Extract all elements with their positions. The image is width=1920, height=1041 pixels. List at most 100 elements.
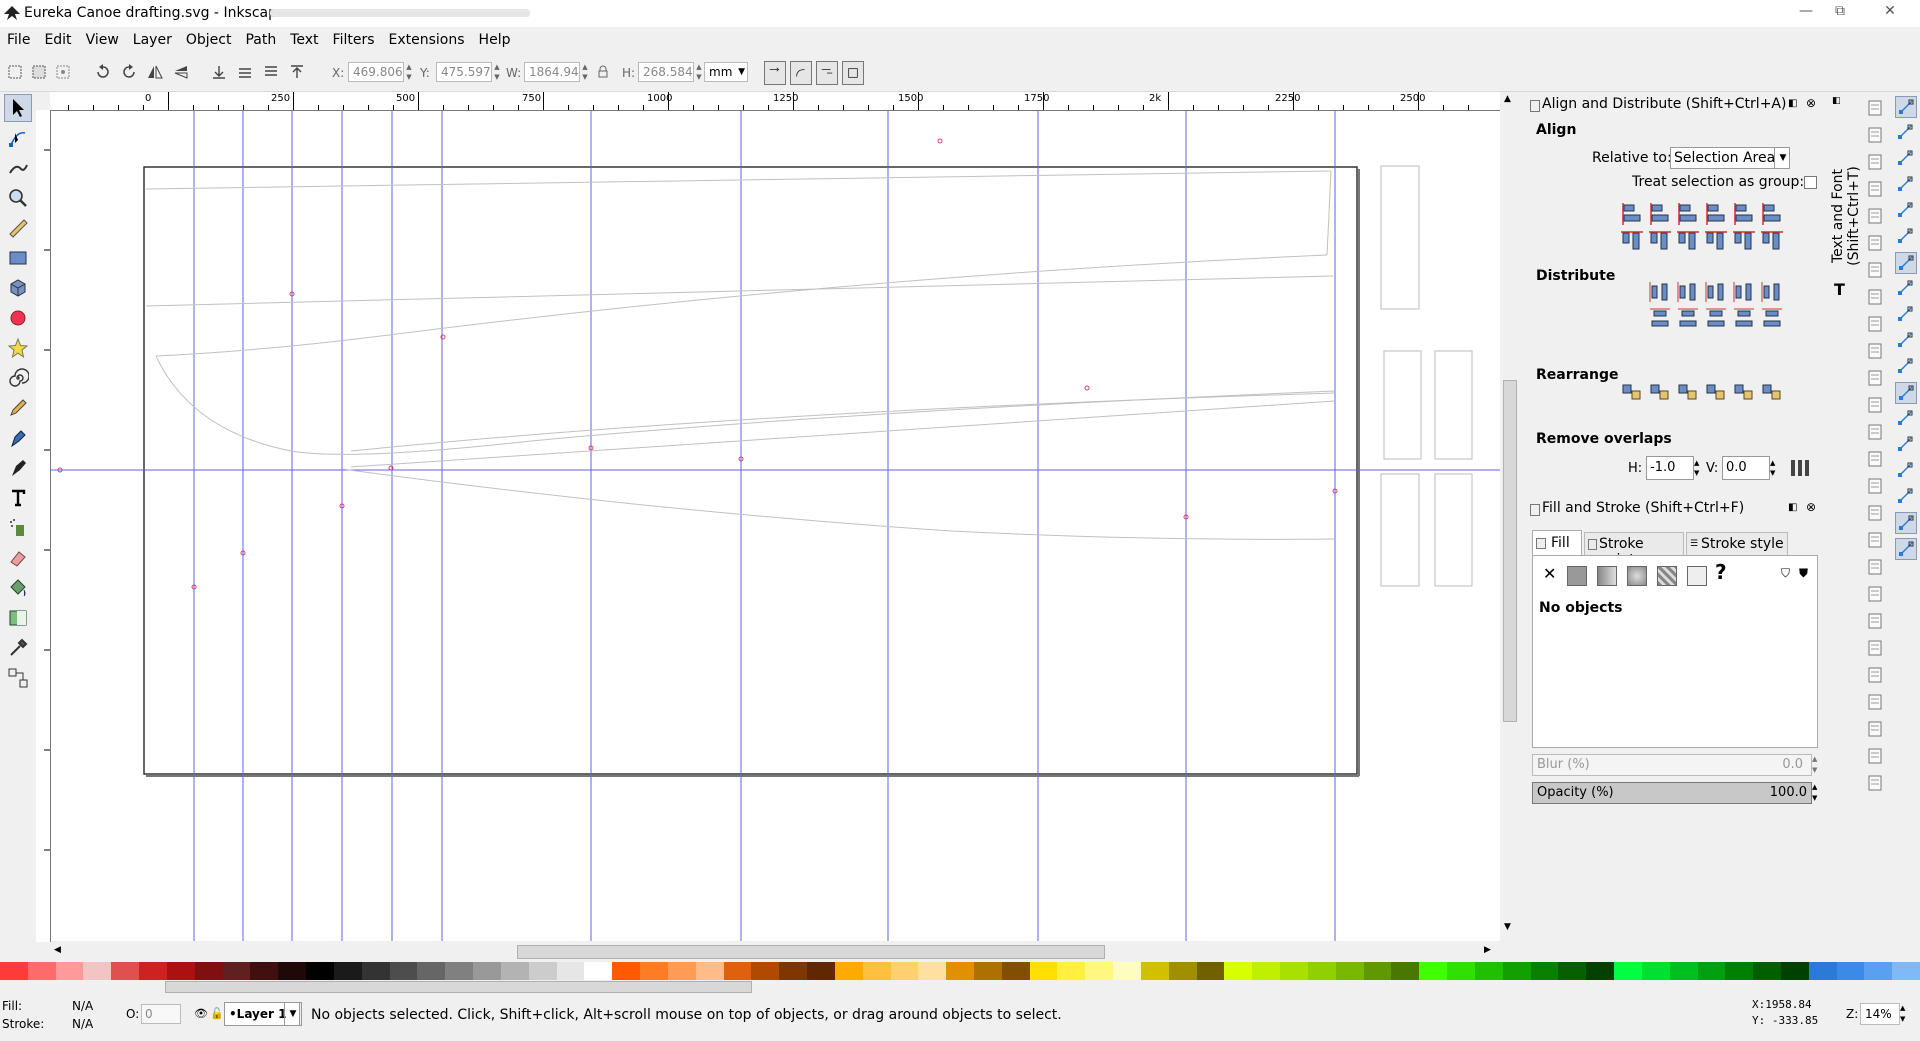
align-right-edges-button[interactable] xyxy=(1704,202,1728,226)
undo-icon[interactable] xyxy=(1865,260,1885,280)
color-swatch[interactable] xyxy=(779,962,808,980)
color-swatch[interactable] xyxy=(1781,962,1809,980)
menu-view[interactable]: View xyxy=(79,32,126,48)
new-document-icon[interactable] xyxy=(1865,98,1885,118)
distribute-top-button[interactable] xyxy=(1648,307,1672,331)
scroll-left-icon[interactable]: ◀ xyxy=(54,945,61,955)
star-tool-icon[interactable] xyxy=(4,334,32,362)
lower-to-bottom-icon[interactable] xyxy=(210,63,228,81)
connector-tool-icon[interactable] xyxy=(4,664,32,692)
preferences-icon[interactable] xyxy=(1865,746,1885,766)
no-paint-icon[interactable]: ✕ xyxy=(1543,564,1556,583)
snap-rotation-center-icon[interactable] xyxy=(1895,434,1915,454)
close-button[interactable]: ✕ xyxy=(1866,0,1914,22)
calligraphy-tool-icon[interactable] xyxy=(4,454,32,482)
move-patterns-toggle[interactable] xyxy=(842,61,864,85)
rectangle-tool-icon[interactable] xyxy=(4,244,32,272)
align-bottom-to-top-button[interactable] xyxy=(1620,229,1644,253)
snap-bbox-icon[interactable] xyxy=(1895,122,1915,142)
w-field[interactable]: 1864.94 xyxy=(524,62,580,82)
rotate-cw-icon[interactable] xyxy=(120,63,138,81)
menu-path[interactable]: Path xyxy=(238,32,283,48)
dropper-tool-icon[interactable] xyxy=(4,634,32,662)
color-swatch[interactable] xyxy=(918,962,947,980)
menu-edit[interactable]: Edit xyxy=(37,32,78,48)
snap-text-baseline-icon[interactable] xyxy=(1895,460,1915,480)
snap-page-border-icon[interactable] xyxy=(1895,486,1915,506)
color-swatch[interactable] xyxy=(1558,962,1587,980)
import-icon[interactable] xyxy=(1865,206,1885,226)
group-icon[interactable] xyxy=(1865,557,1885,577)
color-swatch[interactable] xyxy=(834,962,863,980)
h-spinner[interactable]: ▲ ▼ xyxy=(694,62,704,82)
vertical-scrollbar[interactable]: ▲ ▼ xyxy=(1500,92,1518,942)
color-swatch[interactable] xyxy=(1391,962,1420,980)
color-swatch[interactable] xyxy=(1502,962,1531,980)
align-baseline-button[interactable] xyxy=(1760,202,1784,226)
color-swatch[interactable] xyxy=(1113,962,1141,980)
color-swatch[interactable] xyxy=(1530,962,1559,980)
color-swatch[interactable] xyxy=(1029,962,1058,980)
redo-icon[interactable] xyxy=(1865,287,1885,307)
color-swatch[interactable] xyxy=(612,962,641,980)
fill-rule-evenodd-icon[interactable]: ⛉ xyxy=(1781,566,1790,581)
panel-close-icon[interactable]: ⊗ xyxy=(1806,96,1816,110)
y-field[interactable]: 475.597 xyxy=(436,62,492,82)
color-swatch[interactable] xyxy=(973,962,1002,980)
selector-tool-icon[interactable] xyxy=(4,94,32,122)
color-swatch[interactable] xyxy=(1419,962,1448,980)
scroll-down-icon[interactable]: ▼ xyxy=(1504,922,1511,932)
text-font-icon[interactable] xyxy=(1865,638,1885,658)
color-swatch[interactable] xyxy=(1753,962,1781,980)
menu-layer[interactable]: Layer xyxy=(126,32,179,48)
horizontal-scroll-thumb[interactable] xyxy=(517,945,1105,959)
color-swatch[interactable] xyxy=(723,962,752,980)
color-swatch[interactable] xyxy=(1252,962,1281,980)
color-swatch[interactable] xyxy=(890,962,919,980)
overlap-h-field[interactable]: -1.0 xyxy=(1646,456,1694,480)
horizontal-ruler[interactable]: 0 250 500 750 1000 1250 1500 1750 2k 225… xyxy=(50,92,1500,111)
color-swatch[interactable] xyxy=(1140,962,1169,980)
snap-toggle-icon[interactable] xyxy=(1895,96,1917,118)
snap-grid-icon[interactable] xyxy=(1895,512,1917,534)
text-font-side-tab[interactable]: ◧ Text and Font (Shift+Ctrl+T) T xyxy=(1830,92,1862,302)
scroll-right-icon[interactable]: ▶ xyxy=(1484,945,1491,955)
color-swatch[interactable] xyxy=(83,962,112,980)
w-spinner[interactable]: ▲ ▼ xyxy=(580,62,590,82)
color-swatch[interactable] xyxy=(1085,962,1114,980)
color-swatch[interactable] xyxy=(584,962,613,980)
vertical-scroll-thumb[interactable] xyxy=(1503,380,1517,722)
snap-paths-icon[interactable] xyxy=(1895,278,1915,298)
snap-intersections-icon[interactable] xyxy=(1895,304,1915,324)
snap-nodes-icon[interactable] xyxy=(1895,252,1917,274)
color-swatch[interactable] xyxy=(1196,962,1225,980)
unlink-clone-icon[interactable] xyxy=(1865,530,1885,550)
3d-box-tool-icon[interactable] xyxy=(4,274,32,302)
align-bottom-edges-button[interactable] xyxy=(1704,229,1728,253)
color-swatch[interactable] xyxy=(139,962,167,980)
panel-collapse-icon[interactable]: ◧ xyxy=(1788,502,1797,513)
color-swatch[interactable] xyxy=(1669,962,1698,980)
snap-centers-icon[interactable] xyxy=(1895,408,1915,428)
snap-guide-icon[interactable] xyxy=(1895,538,1917,560)
color-swatch[interactable] xyxy=(1836,962,1865,980)
color-swatch[interactable] xyxy=(1586,962,1615,980)
clone-icon[interactable] xyxy=(1865,503,1885,523)
print-icon[interactable] xyxy=(1865,179,1885,199)
color-swatch[interactable] xyxy=(194,962,223,980)
distribute-gaps-h-button[interactable] xyxy=(1732,280,1756,304)
zoom-page-icon[interactable] xyxy=(1865,449,1885,469)
align-icon[interactable] xyxy=(1865,719,1885,739)
exchange-positions-button[interactable] xyxy=(1620,380,1644,404)
color-swatch[interactable] xyxy=(306,962,334,980)
opacity-field[interactable]: 0 xyxy=(141,1004,181,1024)
pen-tool-icon[interactable] xyxy=(4,424,32,452)
template-frames[interactable] xyxy=(1380,165,1473,587)
snap-midpoints-icon[interactable] xyxy=(1895,382,1917,404)
snap-cusp-nodes-icon[interactable] xyxy=(1895,330,1915,350)
flat-color-icon[interactable] xyxy=(1567,566,1587,586)
color-swatch[interactable] xyxy=(278,962,307,980)
minimize-button[interactable]: — xyxy=(1788,0,1824,22)
blur-slider[interactable]: Blur (%) 0.0 xyxy=(1532,754,1812,776)
color-swatch[interactable] xyxy=(1335,962,1364,980)
